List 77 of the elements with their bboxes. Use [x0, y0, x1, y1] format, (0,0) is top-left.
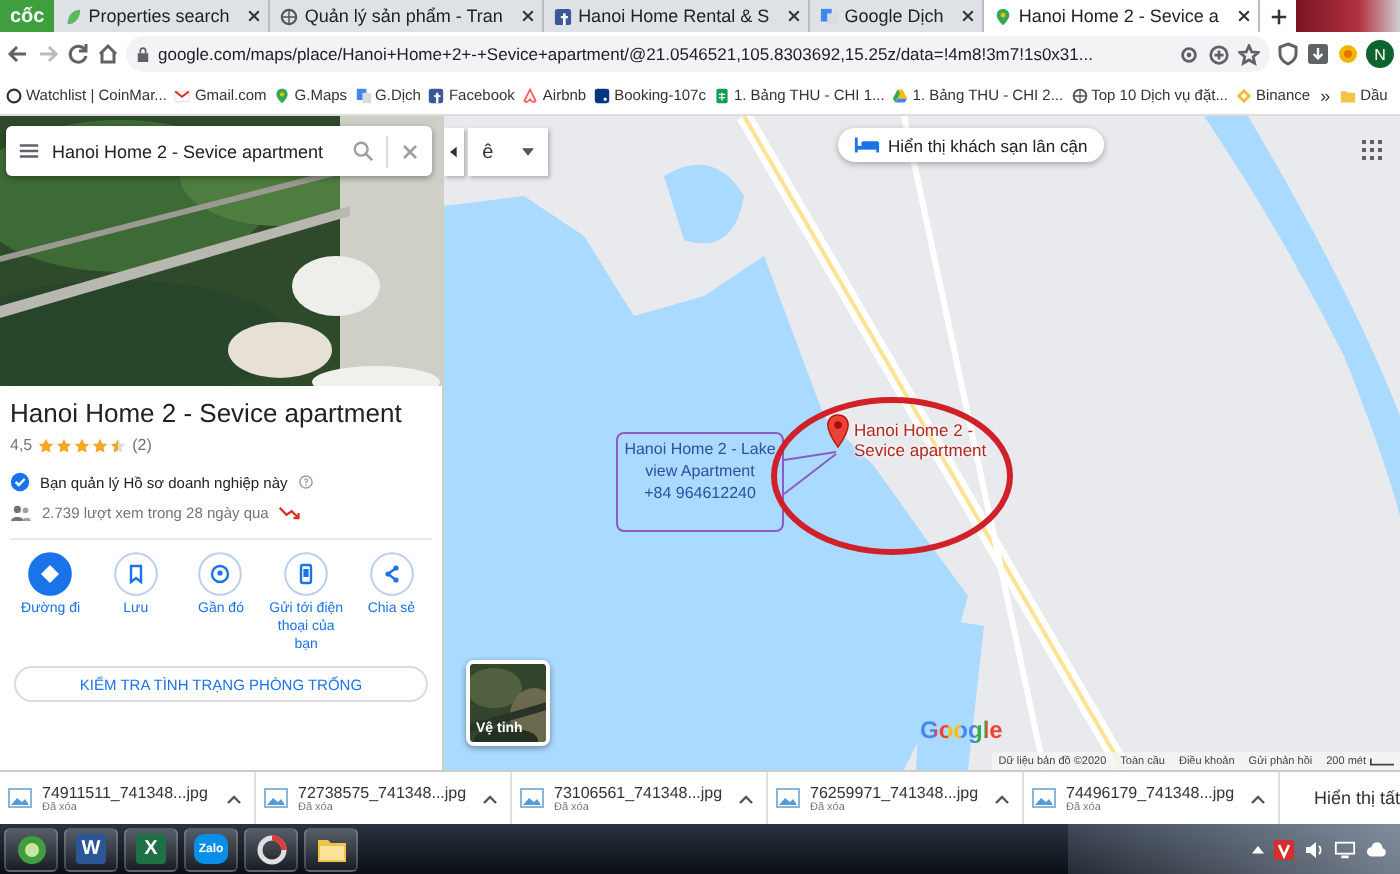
- new-tab-button[interactable]: [1260, 0, 1297, 32]
- phone-icon: [284, 552, 329, 596]
- home-icon[interactable]: [96, 42, 120, 66]
- app-icon: W: [76, 834, 106, 864]
- cloud-icon[interactable]: [1366, 841, 1388, 857]
- nearby-icon: [198, 552, 243, 596]
- location-icon[interactable]: [1178, 43, 1200, 65]
- image-file-icon: [1032, 788, 1056, 808]
- close-icon[interactable]: [786, 8, 803, 24]
- rating-value: 4,5: [10, 436, 33, 454]
- folder-icon: [315, 835, 347, 863]
- star-icon[interactable]: [1238, 43, 1260, 65]
- network-icon[interactable]: [1334, 839, 1356, 859]
- site-icon: [994, 7, 1013, 25]
- extension-icon[interactable]: [1336, 42, 1360, 66]
- site-icon: [6, 87, 22, 103]
- tray-arrow-icon[interactable]: [1252, 844, 1264, 854]
- site-icon: [1235, 87, 1252, 103]
- browser-icon: [15, 833, 47, 865]
- chevron-up-icon[interactable]: [482, 793, 498, 803]
- site-icon: [713, 87, 730, 103]
- image-file-icon: [776, 788, 800, 808]
- review-count[interactable]: (2): [132, 436, 152, 454]
- taskbar-button[interactable]: W: [64, 827, 118, 871]
- site-icon: [522, 87, 539, 103]
- close-icon[interactable]: [520, 8, 537, 24]
- lock-icon: [136, 45, 150, 63]
- image-file-icon: [520, 788, 544, 808]
- site-icon: [1340, 87, 1357, 103]
- directions-icon: [28, 552, 73, 596]
- image-file-icon: [8, 788, 32, 808]
- image-file-icon: [264, 788, 288, 808]
- browser-tab[interactable]: Hanoi Home 2 - Sevice a: [984, 0, 1261, 32]
- chevron-up-icon[interactable]: [226, 793, 242, 803]
- chevron-up-icon[interactable]: [1250, 793, 1266, 803]
- site-icon: [274, 87, 291, 103]
- taskbar-button[interactable]: [4, 827, 58, 871]
- site-icon: [1071, 87, 1088, 103]
- taskbar-button[interactable]: [304, 827, 358, 871]
- chevron-up-icon[interactable]: [738, 793, 754, 803]
- site-icon: [428, 87, 445, 103]
- app-icon: X: [136, 834, 166, 864]
- verified-icon: [10, 472, 30, 492]
- speaker-icon[interactable]: [1304, 839, 1324, 859]
- download-icon[interactable]: [1306, 42, 1330, 66]
- tray-app-icon[interactable]: [1274, 839, 1294, 859]
- profile-avatar[interactable]: N: [1366, 40, 1394, 68]
- share-icon: [369, 552, 414, 596]
- site-icon: [820, 7, 839, 25]
- site-icon: [64, 7, 83, 25]
- chevron-up-icon[interactable]: [994, 793, 1010, 803]
- back-icon[interactable]: [6, 42, 30, 66]
- trend-down-icon: [278, 506, 303, 520]
- place-title: Hanoi Home 2 - Sevice apartment: [10, 398, 404, 428]
- site-icon: [594, 87, 611, 103]
- people-icon: [10, 504, 32, 522]
- show-all-button[interactable]: Hiển thị tất: [1297, 788, 1400, 808]
- address-field[interactable]: google.com/maps/place/Hanoi+Home+2+-+Sevice+apartment/@21.0546521,105.8303692,15.25z/data=!4m8!3m7!1s0x31...: [126, 36, 1270, 72]
- taskbar-button[interactable]: [244, 827, 298, 871]
- reload-icon[interactable]: [66, 42, 90, 66]
- site-icon: [280, 7, 299, 25]
- site-icon: [892, 87, 909, 103]
- shield-icon[interactable]: [1276, 42, 1300, 66]
- close-icon[interactable]: [246, 8, 263, 24]
- more-bookmarks-button[interactable]: »: [1314, 85, 1337, 105]
- site-icon: [355, 87, 372, 103]
- save-icon: [113, 552, 158, 596]
- site-icon: [554, 7, 573, 25]
- taskbar-button[interactable]: X: [124, 827, 178, 871]
- site-icon: [174, 87, 191, 103]
- zoom-icon[interactable]: [1208, 43, 1230, 65]
- close-icon[interactable]: [960, 8, 977, 24]
- plus-icon: [1269, 7, 1288, 25]
- close-icon[interactable]: [1236, 8, 1253, 24]
- window-edge: [1296, 0, 1400, 32]
- ring-icon: [255, 833, 287, 865]
- help-icon[interactable]: [297, 474, 314, 490]
